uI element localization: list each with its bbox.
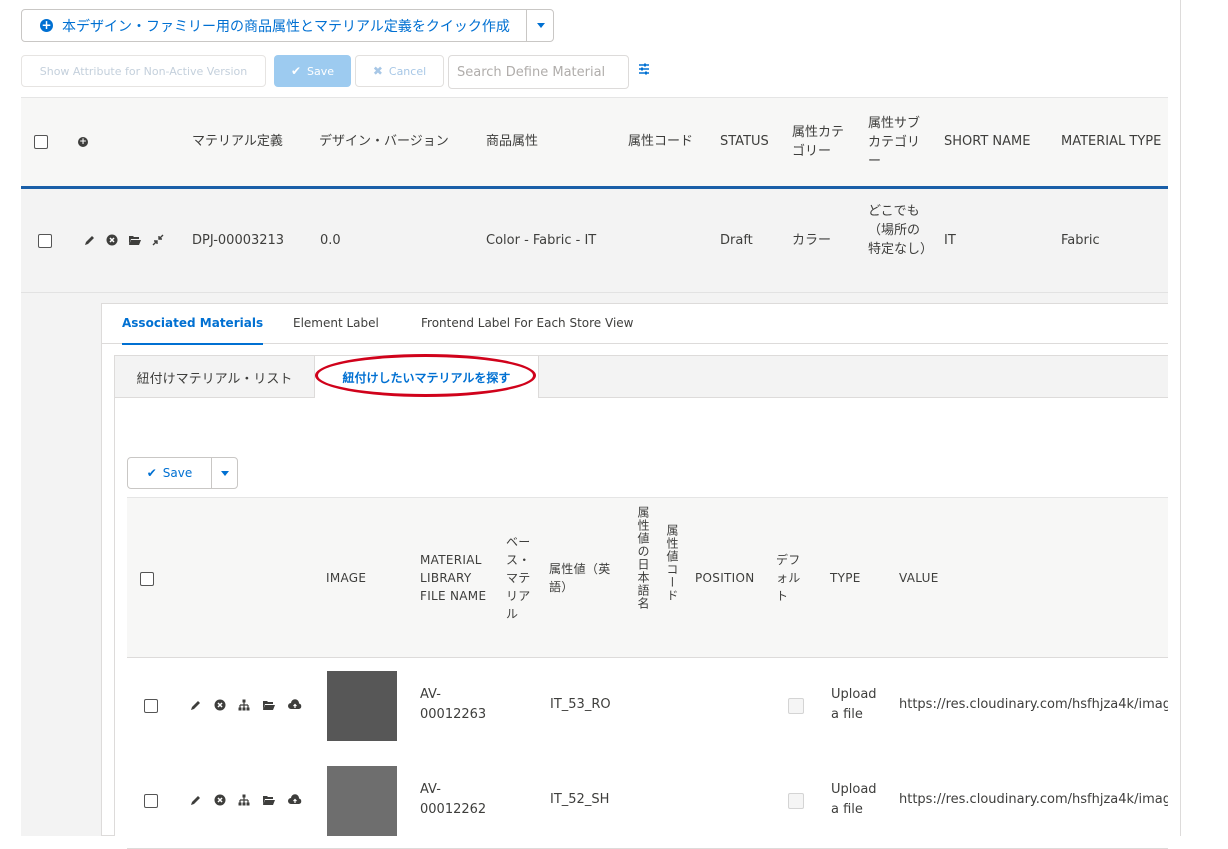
quick-create-menu-button[interactable] [527, 10, 554, 41]
cloud-upload-icon[interactable] [288, 699, 302, 711]
save-label: Save [307, 64, 335, 78]
cancel-label: Cancel [388, 64, 427, 78]
filter-settings-icon[interactable] [636, 61, 652, 77]
value-url: https://res.cloudinary.com/hsfhjza4k/ima… [899, 792, 1168, 807]
inner-save-label: Save [162, 466, 193, 480]
material-def-link[interactable]: DPJ-00003213 [192, 231, 284, 250]
quick-create-label: 本デザイン・ファミリー用の商品属性とマテリアル定義をクイック作成 [62, 18, 510, 35]
design-version-link[interactable]: 0.0 [320, 231, 341, 250]
table-row: DPJ-00003213 0.0 Color - Fabric - IT Dra… [21, 189, 1168, 293]
table-row: AV-00012262 IT_52_SH Upload a file https… [127, 753, 1168, 849]
col-file-name[interactable]: MATERIAL LIBRARY FILE NAME [420, 551, 498, 605]
cloud-upload-icon[interactable] [288, 794, 302, 806]
inner-table-header: IMAGE MATERIAL LIBRARY FILE NAME ベース・マテリ… [127, 497, 1168, 658]
save-button[interactable]: ✔ Save [274, 55, 351, 87]
tab-element-label[interactable]: Element Label [293, 303, 379, 343]
hierarchy-icon[interactable] [238, 699, 250, 711]
inner-save-button[interactable]: ✔ Save [128, 458, 211, 488]
col-material-def[interactable]: マテリアル定義 [192, 132, 283, 151]
col-image[interactable]: IMAGE [326, 569, 366, 587]
inner-save-menu-button[interactable] [212, 458, 237, 488]
col-position[interactable]: POSITION [695, 569, 755, 587]
row-actions [190, 699, 302, 711]
col-base-material[interactable]: ベース・マテリアル [506, 533, 536, 623]
material-swatch-image [327, 766, 397, 836]
row-actions [84, 234, 164, 246]
select-all-checkbox[interactable] [140, 572, 154, 586]
check-icon: ✔ [290, 64, 302, 78]
hierarchy-icon[interactable] [238, 794, 250, 806]
file-name-value: AV-00012262 [420, 782, 487, 817]
default-checkbox[interactable] [788, 793, 804, 809]
tab-associated-materials[interactable]: Associated Materials [122, 303, 264, 345]
detail-tabs: Associated Materials Element Label Front… [101, 303, 1168, 345]
material-type-value: Fabric [1061, 233, 1100, 248]
col-default[interactable]: デフォルト [776, 551, 804, 605]
edit-icon[interactable] [84, 234, 96, 246]
col-design-version[interactable]: デザイン・バージョン [319, 132, 449, 151]
col-attr-value-code[interactable]: 属性値コード [665, 524, 679, 602]
col-attr-code[interactable]: 属性コード [628, 132, 693, 151]
folder-open-icon[interactable] [262, 794, 276, 806]
table-row: AV-00012263 IT_53_RO Upload a file https… [127, 658, 1168, 754]
show-nonactive-label: Show Attribute for Non-Active Version [39, 64, 248, 78]
chevron-down-icon [536, 23, 545, 28]
sub-tabs: 紐付けマテリアル・リスト 紐付けしたいマテリアルを探す [114, 355, 1168, 399]
default-checkbox[interactable] [788, 698, 804, 714]
attr-value-en-link[interactable]: IT_53_RO [550, 695, 611, 715]
attr-category-value: カラー [792, 233, 832, 248]
col-status[interactable]: STATUS [720, 132, 769, 151]
col-product-attr[interactable]: 商品属性 [486, 132, 538, 151]
right-frame-border [1180, 0, 1181, 836]
remove-circle-icon[interactable] [214, 794, 226, 806]
tab-frontend-label[interactable]: Frontend Label For Each Store View [421, 303, 633, 343]
edit-icon[interactable] [190, 699, 202, 711]
tab-linked-material-list[interactable]: 紐付けマテリアル・リスト [115, 356, 314, 398]
file-name-value: AV-00012263 [420, 687, 487, 722]
col-type[interactable]: TYPE [830, 569, 861, 587]
type-value: Upload a file [831, 687, 877, 722]
select-all-checkbox[interactable] [34, 135, 48, 149]
col-attr-category[interactable]: 属性カテゴリー [792, 123, 850, 161]
close-icon: ✖ [372, 64, 383, 78]
row-checkbox[interactable] [144, 699, 158, 713]
show-nonactive-version-button[interactable]: Show Attribute for Non-Active Version [21, 55, 266, 87]
check-icon: ✔ [146, 466, 157, 480]
status-value: Draft [720, 233, 753, 248]
quick-create-split-button: + 本デザイン・ファミリー用の商品属性とマテリアル定義をクイック作成 [21, 9, 554, 42]
material-swatch-image [327, 671, 397, 741]
quick-create-button[interactable]: + 本デザイン・ファミリー用の商品属性とマテリアル定義をクイック作成 [22, 10, 544, 41]
folder-open-icon[interactable] [128, 234, 142, 246]
collapse-icon[interactable] [152, 234, 164, 246]
row-checkbox[interactable] [144, 794, 158, 808]
edit-icon[interactable] [190, 794, 202, 806]
short-name-value: IT [944, 233, 956, 248]
remove-circle-icon[interactable] [106, 234, 118, 246]
attr-subcategory-value: どこでも（場所の特定なし） [868, 204, 934, 257]
inner-save-split-button: ✔ Save [127, 457, 238, 489]
cancel-button[interactable]: ✖ Cancel [355, 55, 444, 87]
col-attr-value-ja[interactable]: 属性値の日本語名 [636, 506, 650, 610]
add-circle-icon[interactable]: + [78, 137, 88, 147]
add-circle-icon: + [40, 18, 53, 32]
col-attr-value-en[interactable]: 属性値（英語） [549, 560, 619, 596]
remove-circle-icon[interactable] [214, 699, 226, 711]
attr-value-en-link[interactable]: IT_52_SH [550, 790, 609, 810]
type-value: Upload a file [831, 782, 877, 817]
search-define-material-input[interactable] [448, 55, 629, 89]
row-actions [190, 794, 302, 806]
main-table-header: + マテリアル定義 デザイン・バージョン 商品属性 属性コード STATUS 属… [21, 97, 1168, 186]
product-attr-link[interactable]: Color - Fabric - IT [486, 231, 596, 250]
tab-find-material[interactable]: 紐付けしたいマテリアルを探す [314, 356, 539, 399]
col-value[interactable]: VALUE [899, 569, 939, 587]
chevron-down-icon [220, 470, 229, 476]
row-checkbox[interactable] [38, 234, 52, 248]
col-attr-subcategory[interactable]: 属性サブカテゴリー [868, 114, 926, 171]
value-url: https://res.cloudinary.com/hsfhjza4k/ima… [899, 697, 1168, 712]
folder-open-icon[interactable] [262, 699, 276, 711]
col-material-type[interactable]: MATERIAL TYPE [1061, 132, 1161, 151]
col-short-name[interactable]: SHORT NAME [944, 132, 1030, 151]
